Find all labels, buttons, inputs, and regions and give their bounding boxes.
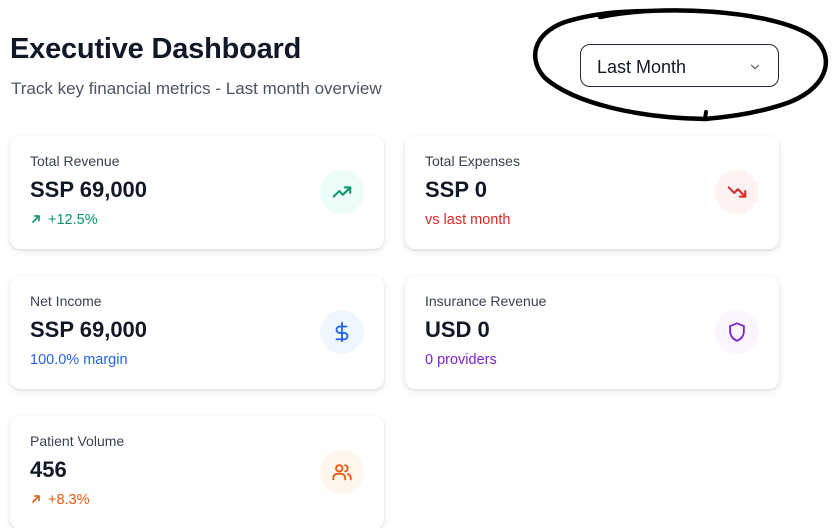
dashboard-page: Executive Dashboard Track key financial …	[0, 0, 832, 528]
card-change-text: 0 providers	[425, 352, 497, 368]
dollar-icon	[320, 310, 364, 354]
chevron-down-icon	[750, 64, 760, 70]
card-change: 100.0% margin	[30, 352, 128, 368]
shield-icon	[715, 310, 759, 354]
arrow-up-right-icon	[32, 215, 40, 223]
card-change-text: 100.0% margin	[30, 352, 128, 368]
card-label: Net Income	[30, 293, 102, 309]
patient-volume-card: Patient Volume 456 +8.3%	[10, 416, 384, 528]
card-value: 456	[30, 457, 67, 482]
card-label: Total Revenue	[30, 153, 120, 169]
trending-up-icon	[320, 170, 364, 214]
insurance-revenue-card: Insurance Revenue USD 0 0 providers	[405, 276, 779, 389]
total-expenses-card: Total Expenses SSP 0 vs last month	[405, 136, 779, 249]
page-subtitle: Track key financial metrics - Last month…	[11, 79, 382, 98]
card-value: USD 0	[425, 317, 490, 342]
card-change: +12.5%	[30, 212, 98, 228]
card-change-text: +12.5%	[48, 212, 98, 228]
card-change: vs last month	[425, 212, 510, 228]
total-revenue-card: Total Revenue SSP 69,000 +12.5%	[10, 136, 384, 249]
card-value: SSP 0	[425, 177, 487, 202]
arrow-up-right-icon	[32, 495, 40, 503]
card-value: SSP 69,000	[30, 317, 148, 342]
period-select[interactable]: Last Month	[580, 44, 779, 87]
card-label: Total Expenses	[425, 153, 520, 169]
card-value: SSP 69,000	[30, 177, 148, 202]
period-select-value: Last Month	[597, 57, 687, 77]
users-icon	[320, 450, 364, 494]
card-change: +8.3%	[30, 492, 90, 508]
card-label: Patient Volume	[30, 433, 125, 449]
card-change-text: vs last month	[425, 212, 511, 228]
net-income-card: Net Income SSP 69,000 100.0% margin	[10, 276, 384, 389]
page-title: Executive Dashboard	[10, 33, 302, 65]
card-label: Insurance Revenue	[425, 293, 547, 309]
card-change: 0 providers	[425, 352, 497, 368]
card-change-text: +8.3%	[48, 492, 90, 508]
trending-down-icon	[715, 170, 759, 214]
